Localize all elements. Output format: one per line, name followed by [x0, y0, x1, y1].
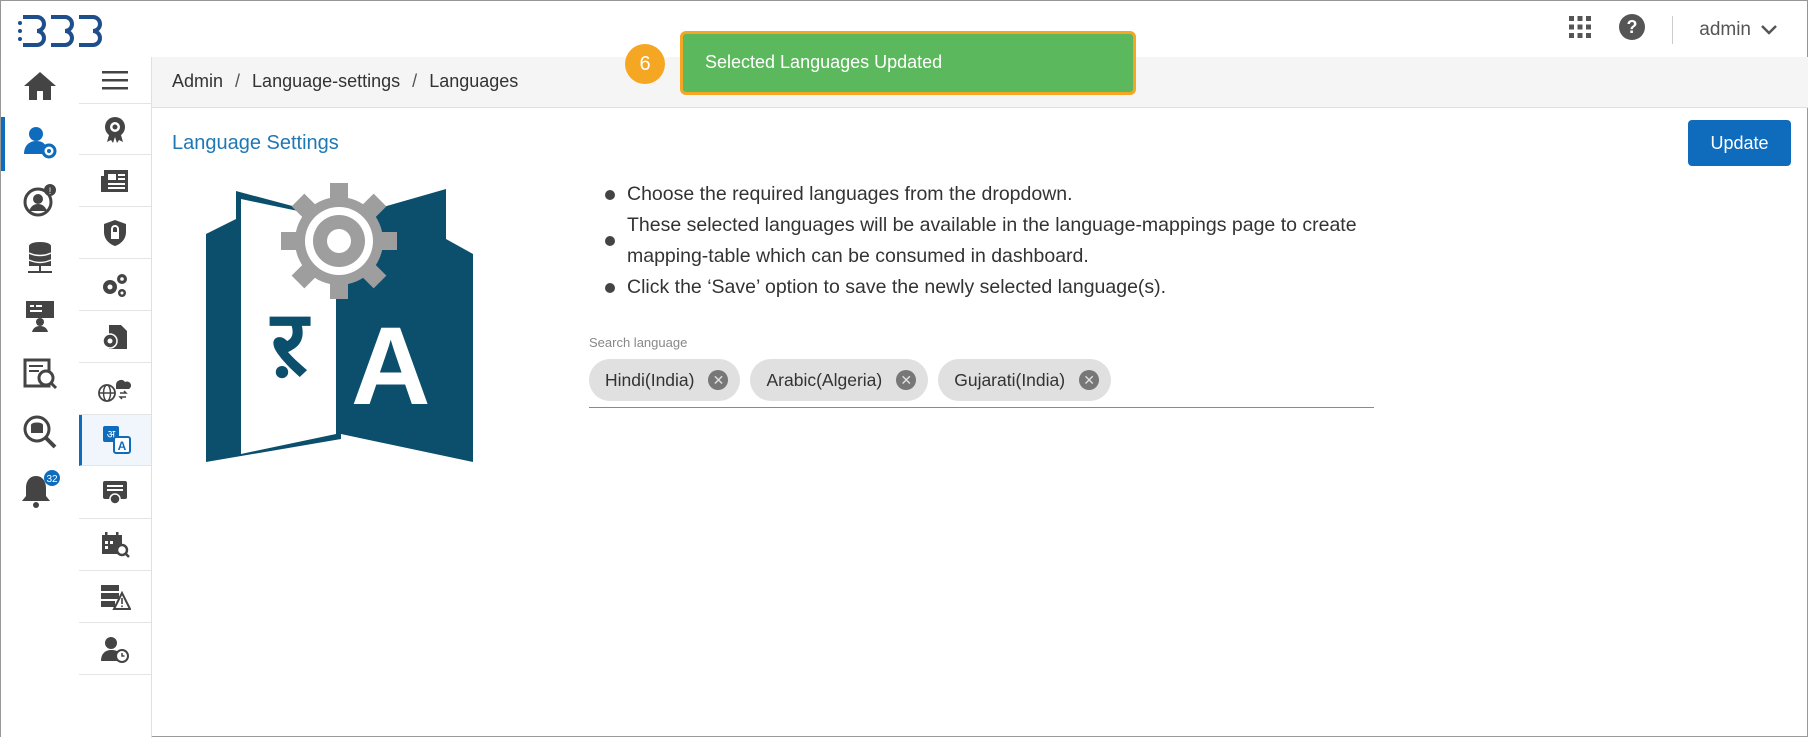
secondary-sidebar: अA: [79, 57, 152, 738]
language-settings-illustration: ऱ A: [201, 179, 481, 474]
license-icon[interactable]: [79, 467, 151, 519]
shield-lock-icon[interactable]: [79, 207, 151, 259]
primary-sidebar: ! 32: [1, 57, 80, 738]
instruction-text: Click the ‘Save’ option to save the newl…: [627, 276, 1167, 298]
update-button[interactable]: Update: [1688, 120, 1791, 166]
breadcrumb-admin[interactable]: Admin: [172, 71, 223, 92]
hamburger-menu-icon[interactable]: [79, 57, 151, 104]
instruction-text: Choose the required languages from the d…: [627, 183, 1073, 205]
remove-chip-icon[interactable]: ✕: [1079, 370, 1100, 390]
apps-grid-icon[interactable]: [1568, 15, 1592, 44]
chip-label: Hindi(India): [605, 369, 695, 390]
globe-cloud-icon[interactable]: [79, 363, 151, 415]
search-db-icon[interactable]: [1, 403, 79, 461]
file-settings-icon[interactable]: [79, 311, 151, 363]
instruction-item: Click the ‘Save’ option to save the newl…: [605, 272, 1365, 303]
page-title: Language Settings: [172, 132, 339, 154]
breadcrumb-separator: /: [412, 71, 418, 91]
user-history-icon[interactable]: [79, 623, 151, 675]
help-icon[interactable]: ?: [1618, 13, 1646, 46]
success-toast: Selected Languages Updated: [680, 31, 1136, 95]
database-icon[interactable]: [1, 229, 79, 287]
language-chip[interactable]: Gujarati(India) ✕: [938, 359, 1112, 401]
instructions-list: Choose the required languages from the d…: [605, 179, 1365, 303]
language-chip[interactable]: Hindi(India) ✕: [589, 359, 741, 401]
svg-text:A: A: [351, 305, 430, 428]
search-language-input[interactable]: [589, 407, 1374, 408]
svg-text:?: ?: [1627, 17, 1638, 37]
divider: [1672, 15, 1674, 44]
user-info-icon[interactable]: !: [1, 171, 79, 229]
notification-badge: 32: [46, 474, 58, 485]
calendar-search-icon[interactable]: [79, 519, 151, 571]
chevron-down-icon: [1761, 19, 1777, 41]
instruction-item: Choose the required languages from the d…: [605, 179, 1365, 210]
breadcrumb-language-settings[interactable]: Language-settings: [252, 71, 400, 92]
newspaper-icon[interactable]: [79, 155, 151, 207]
remove-chip-icon[interactable]: ✕: [896, 370, 917, 390]
chip-label: Arabic(Algeria): [766, 369, 883, 390]
language-icon[interactable]: अA: [79, 415, 151, 466]
svg-text:!: !: [49, 186, 52, 196]
breadcrumb-languages: Languages: [429, 71, 519, 91]
selected-languages[interactable]: Hindi(India) ✕ Arabic(Algeria) ✕ Gujarat…: [589, 359, 1112, 401]
language-chip[interactable]: Arabic(Algeria) ✕: [750, 359, 929, 401]
chip-label: Gujarati(India): [954, 369, 1066, 390]
data-search-icon[interactable]: [1, 345, 79, 403]
instruction-item: These selected languages will be availab…: [605, 210, 1365, 272]
toast-message: Selected Languages Updated: [705, 52, 943, 72]
breadcrumb: Admin / Language-settings / Languages: [172, 71, 518, 92]
user-menu[interactable]: admin: [1699, 19, 1777, 41]
certificate-icon[interactable]: [79, 103, 151, 155]
bdb-logo[interactable]: [17, 11, 107, 52]
remove-chip-icon[interactable]: ✕: [708, 370, 729, 390]
gears-icon[interactable]: [79, 259, 151, 311]
presentation-icon[interactable]: [1, 287, 79, 345]
svg-text:A: A: [117, 439, 126, 453]
step-badge: 6: [625, 44, 665, 84]
user-name: admin: [1699, 18, 1751, 40]
server-warning-icon[interactable]: [79, 571, 151, 623]
home-icon[interactable]: [1, 57, 79, 115]
svg-text:ऱ: ऱ: [269, 291, 311, 396]
user-settings-icon[interactable]: [1, 113, 79, 171]
instruction-text: These selected languages will be availab…: [627, 214, 1357, 267]
notification-bell-icon[interactable]: 32: [1, 461, 79, 519]
breadcrumb-separator: /: [235, 71, 241, 91]
search-language-label: Search language: [589, 335, 688, 350]
